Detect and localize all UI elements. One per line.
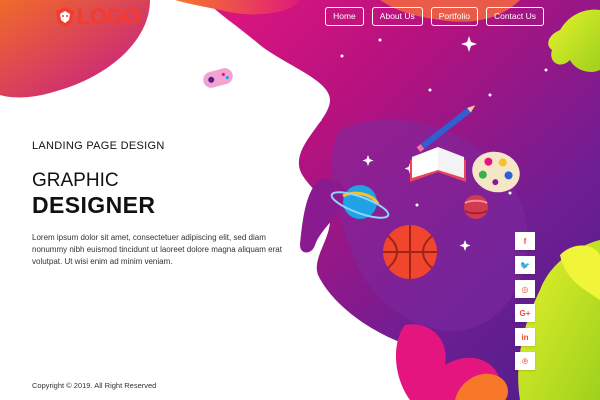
- facebook-icon[interactable]: f: [515, 232, 535, 250]
- social-bar: f 🐦 ◎ G+ in ℗: [515, 232, 535, 370]
- small-planet-icon: [464, 195, 488, 219]
- gamepad-icon: [203, 68, 233, 88]
- twitter-icon[interactable]: 🐦: [515, 256, 535, 274]
- google-plus-icon[interactable]: G+: [515, 304, 535, 322]
- lion-icon: [56, 7, 74, 27]
- nav-home-button[interactable]: Home: [325, 7, 364, 26]
- linkedin-icon[interactable]: in: [515, 328, 535, 346]
- nav-portfolio-button[interactable]: Portfolio: [430, 7, 478, 26]
- hero-title-line2: DESIGNER: [32, 192, 156, 218]
- nav-about-button[interactable]: About Us: [371, 7, 423, 26]
- copyright-text: Copyright © 2019. All Right Reserved: [32, 381, 157, 390]
- hero-description: Lorem ipsum dolor sit amet, consectetuer…: [32, 233, 282, 266]
- nav-contact-button[interactable]: Contact Us: [485, 7, 544, 26]
- hero-subtitle: LANDING PAGE DESIGN: [32, 140, 165, 152]
- pinterest-icon[interactable]: ℗: [515, 352, 535, 370]
- landing-page: LOGO Home About Us Portfolio Contact Us …: [0, 0, 600, 400]
- instagram-icon[interactable]: ◎: [515, 280, 535, 298]
- logo[interactable]: LOGO: [54, 6, 140, 28]
- basketball-icon: [383, 225, 437, 279]
- hero-title-line1: GRAPHIC: [32, 170, 119, 191]
- main-nav: Home About Us Portfolio Contact Us: [325, 7, 544, 26]
- logo-text: LOGO: [77, 4, 140, 29]
- hero-text: LANDING PAGE DESIGN GRAPHIC DESIGNER Lor…: [32, 140, 302, 268]
